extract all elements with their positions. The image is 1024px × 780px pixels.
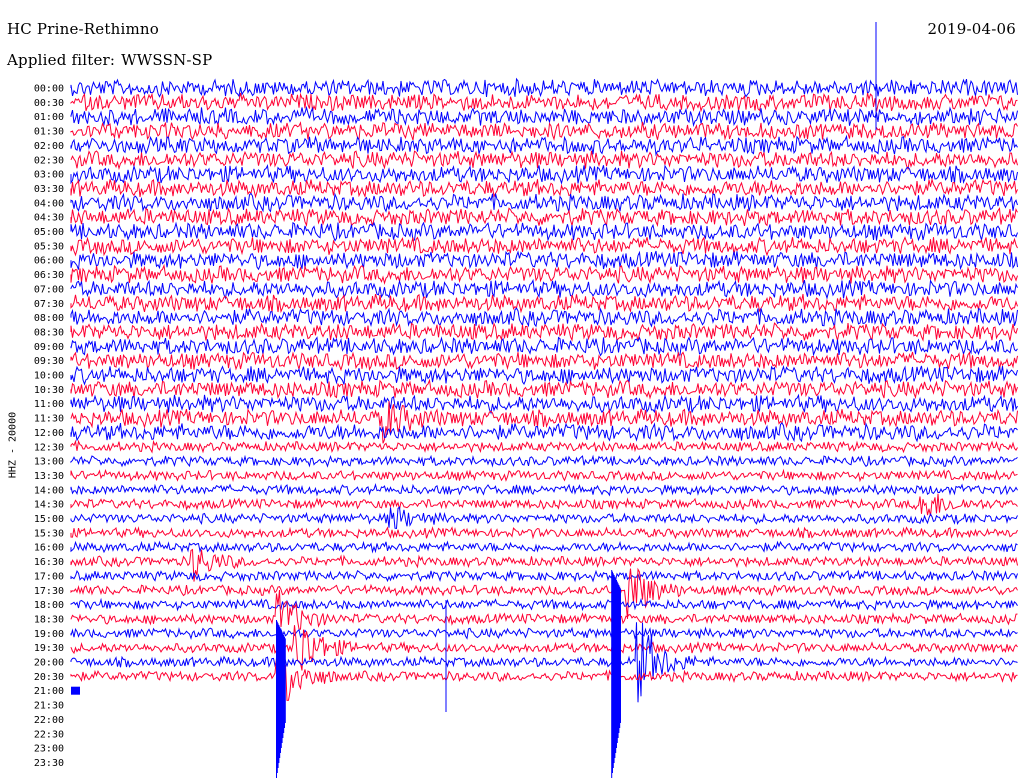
tick-label-1430: 14:30 [34, 500, 64, 511]
tick-label-0400: 04:00 [34, 198, 64, 209]
trace-row-0500 [70, 221, 1018, 242]
tick-label-1500: 15:00 [34, 514, 64, 525]
helicorder-plot: 00:00 00:30 01:00 01:30 02:00 02:30 03:00 03:30… [34, 22, 1018, 778]
tick-label-1200: 12:00 [34, 428, 64, 439]
trace-row-0930 [70, 351, 1018, 372]
trace-row-1800 [70, 597, 1018, 612]
trace-row-0200 [70, 134, 1018, 157]
time-tick-labels: 00:00 00:30 01:00 01:30 02:00 02:30 03:00 03:30… [34, 84, 64, 769]
tick-label-2000: 20:00 [34, 658, 64, 669]
tick-label-2230: 22:30 [34, 729, 64, 740]
tick-label-1400: 14:00 [34, 485, 64, 496]
trace-row-0900 [70, 336, 1018, 357]
filter-info: Applied filter: WWSSN-SP [7, 51, 218, 69]
tick-label-0500: 05:00 [34, 227, 64, 238]
trace-row-1700 [70, 569, 1018, 583]
tick-label-0530: 05:30 [34, 241, 64, 252]
tick-label-1330: 13:30 [34, 471, 64, 482]
tick-label-1300: 13:00 [34, 457, 64, 468]
tick-label-0300: 03:00 [34, 170, 64, 181]
trace-row-1230 [70, 439, 1018, 454]
tick-label-0330: 03:30 [34, 184, 64, 195]
trace-row-1500 [70, 506, 1018, 529]
tick-label-1830: 18:30 [34, 614, 64, 625]
tick-label-2130: 21:30 [34, 701, 64, 712]
tick-label-2200: 22:00 [34, 715, 64, 726]
tick-label-1230: 12:30 [34, 442, 64, 453]
tick-label-0930: 09:30 [34, 356, 64, 367]
tick-label-0130: 01:30 [34, 127, 64, 138]
tick-label-0730: 07:30 [34, 299, 64, 310]
tick-label-1700: 17:00 [34, 571, 64, 582]
trace-row-0430 [70, 206, 1018, 228]
trace-row-1030 [70, 378, 1018, 400]
tick-label-1800: 18:00 [34, 600, 64, 611]
trace-row-0330 [70, 177, 1018, 199]
trace-row-1200 [70, 422, 1018, 443]
trace-row-2100 [71, 686, 80, 695]
filter-name: WWSSN-SP [121, 51, 213, 69]
trace-row-0830 [70, 321, 1018, 343]
tick-label-0230: 02:30 [34, 155, 64, 166]
trace-row-1330 [70, 468, 1018, 483]
tick-label-0900: 09:00 [34, 342, 64, 353]
tick-label-0000: 00:00 [34, 84, 64, 95]
channel-label: HHZ - 20000 [7, 411, 19, 479]
record-date: 2019-04-06 [927, 20, 1016, 38]
tick-label-1030: 10:30 [34, 385, 64, 396]
tick-label-2030: 20:30 [34, 672, 64, 683]
tick-label-2300: 23:00 [34, 744, 64, 755]
tick-label-0630: 06:30 [34, 270, 64, 281]
trace-row-1300 [70, 454, 1018, 468]
tick-label-1930: 19:30 [34, 643, 64, 654]
trace-row-1530 [70, 526, 1018, 540]
trace-row-1900 [70, 626, 1018, 640]
tick-label-0200: 02:00 [34, 141, 64, 152]
tick-label-1630: 16:30 [34, 557, 64, 568]
tick-label-2330: 23:30 [34, 758, 64, 769]
tick-label-1600: 16:00 [34, 543, 64, 554]
tick-label-1100: 11:00 [34, 399, 64, 410]
tick-label-1730: 17:30 [34, 586, 64, 597]
tick-label-1000: 10:00 [34, 371, 64, 382]
trace-row-0800 [70, 307, 1018, 328]
event-spike-a [276, 620, 286, 778]
station-title: HC Prine-Rethimno [7, 20, 159, 38]
trace-row-0730 [70, 293, 1018, 314]
tick-label-2100: 21:00 [34, 686, 64, 697]
trace-row-0230 [70, 150, 1018, 171]
trace-row-0400 [70, 192, 1018, 213]
trace-rows [70, 22, 1018, 778]
trace-row-0630 [70, 263, 1018, 285]
tick-label-0030: 00:30 [34, 98, 64, 109]
channel-axis-label: HHZ - 20000 [3, 412, 23, 478]
trace-row-1000 [70, 365, 1018, 386]
tick-label-0600: 06:00 [34, 256, 64, 267]
tick-label-0100: 01:00 [34, 112, 64, 123]
trace-row-0700 [70, 278, 1018, 300]
trace-row-1430 [70, 493, 1018, 517]
trace-row-0300 [70, 164, 1018, 185]
tick-label-1900: 19:00 [34, 629, 64, 640]
trace-row-1400 [70, 483, 1018, 497]
trace-row-1600 [70, 540, 1018, 554]
filter-label: Applied filter: [7, 51, 116, 69]
trace-row-0530 [70, 236, 1018, 257]
trace-row-1100 [70, 393, 1018, 415]
tick-label-0830: 08:30 [34, 327, 64, 338]
tick-label-0800: 08:00 [34, 313, 64, 324]
event-spike-b [611, 570, 621, 778]
tick-label-1530: 15:30 [34, 528, 64, 539]
trace-row-0600 [70, 250, 1018, 271]
trace-row-2030 [70, 646, 1018, 706]
tick-label-0700: 07:00 [34, 284, 64, 295]
tick-label-1130: 11:30 [34, 414, 64, 425]
tick-label-0430: 04:30 [34, 213, 64, 224]
